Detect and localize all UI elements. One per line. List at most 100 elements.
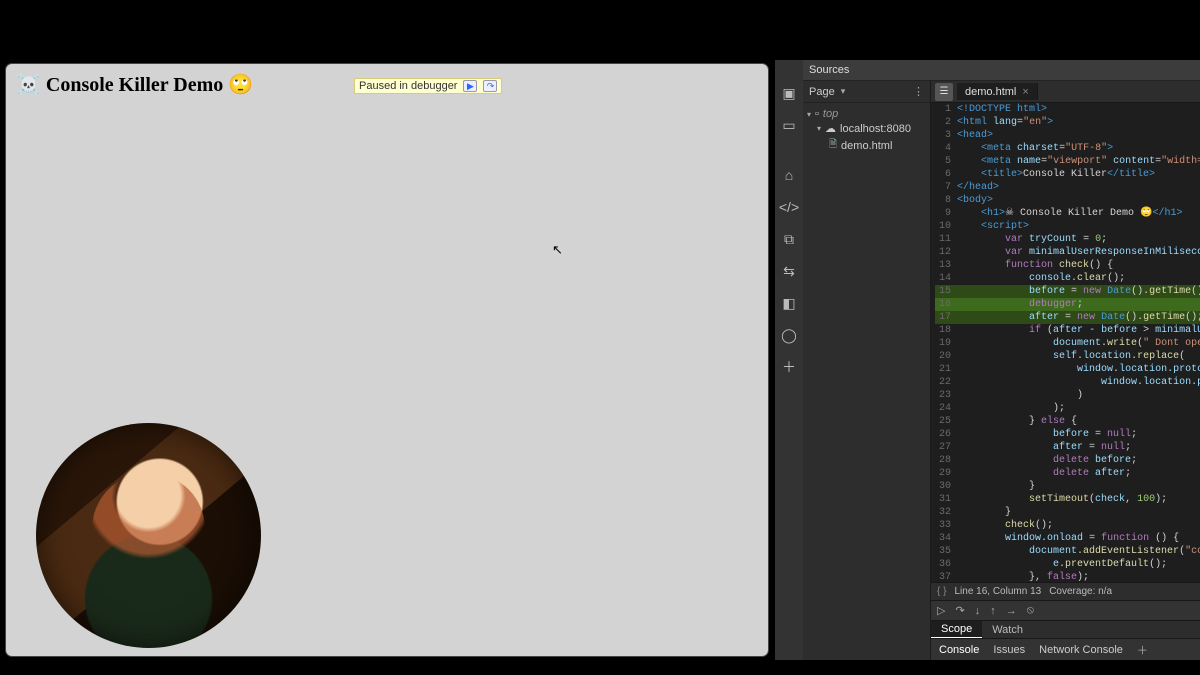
code-line[interactable]: 23 ) bbox=[935, 389, 1200, 402]
code-line[interactable]: 25 } else { bbox=[935, 415, 1200, 428]
editor-tab-label: demo.html bbox=[965, 86, 1016, 98]
code-line[interactable]: 20 self.location.replace( bbox=[935, 350, 1200, 363]
code-line[interactable]: 5 <meta name="viewport" content="width=d… bbox=[935, 155, 1200, 168]
code-line[interactable]: 28 delete before; bbox=[935, 454, 1200, 467]
code-line[interactable]: 12 var minimalUserResponseInMiliseconds … bbox=[935, 246, 1200, 259]
code-line[interactable]: 15 before = new Date().getTime(); bbox=[935, 285, 1200, 298]
code-line[interactable]: 29 delete after; bbox=[935, 467, 1200, 480]
code-line[interactable]: 33 check(); bbox=[935, 519, 1200, 532]
code-line[interactable]: 34 window.onload = function () { bbox=[935, 532, 1200, 545]
debugger-toolbar: ▷ ↷ ↓ ↑ → ⦸ bbox=[931, 600, 1200, 620]
navigator-dropdown-label: Page bbox=[809, 86, 835, 98]
sources-icon[interactable]: ⧉ bbox=[780, 230, 798, 248]
toggle-navigator-button[interactable]: ☰ bbox=[935, 83, 953, 101]
elements-icon[interactable]: </> bbox=[780, 198, 798, 216]
editor-status-bar: { } Line 16, Column 13 Coverage: n/a ⊘ bbox=[931, 582, 1200, 600]
mouse-cursor-icon: ↖ bbox=[552, 242, 562, 256]
device-icon[interactable]: ▭ bbox=[780, 116, 798, 134]
code-line[interactable]: 22 window.location.protocol.leng bbox=[935, 376, 1200, 389]
code-line[interactable]: 1<!DOCTYPE html> bbox=[935, 103, 1200, 116]
code-line[interactable]: 6 <title>Console Killer</title> bbox=[935, 168, 1200, 181]
tree-file[interactable]: 🗎 demo.html bbox=[807, 136, 926, 155]
step-icon[interactable]: → bbox=[1006, 605, 1017, 617]
resume-button[interactable]: ▶ bbox=[463, 80, 477, 92]
drawer-issues-tab[interactable]: Issues bbox=[993, 644, 1025, 656]
code-line[interactable]: 19 document.write(" Dont open Developer bbox=[935, 337, 1200, 350]
step-over-button[interactable]: ↷ bbox=[483, 80, 497, 92]
code-line[interactable]: 13 function check() { bbox=[935, 259, 1200, 272]
code-line[interactable]: 4 <meta charset="UTF-8"> bbox=[935, 142, 1200, 155]
expand-icon: ▾ bbox=[807, 110, 811, 119]
tree-top-label: top bbox=[823, 108, 838, 120]
code-line[interactable]: 7</head> bbox=[935, 181, 1200, 194]
tree-file-label: demo.html bbox=[841, 140, 892, 152]
editor-tabstrip: ☰ demo.html × bbox=[931, 81, 1200, 103]
code-line[interactable]: 30 } bbox=[935, 480, 1200, 493]
chevron-down-icon: ▾ bbox=[841, 86, 846, 97]
code-line[interactable]: 10 <script> bbox=[935, 220, 1200, 233]
code-line[interactable]: 32 } bbox=[935, 506, 1200, 519]
sources-navigator: Page ▾ ⋮ ▾ ▫ top ▾ ☁ localhost: bbox=[803, 81, 931, 660]
devtools-panel: ▣ ▭ ⌂ </> ⧉ ⇆ ◧ ◯ ＋ Sources ✕ Page ▾ ⋮ bbox=[774, 60, 1200, 660]
editor-tab-demo[interactable]: demo.html × bbox=[957, 83, 1038, 100]
welcome-icon[interactable]: ⌂ bbox=[780, 166, 798, 184]
more-tools-icon[interactable]: ＋ bbox=[780, 358, 798, 376]
scope-tab[interactable]: Scope bbox=[931, 621, 982, 639]
code-line[interactable]: 37 }, false); bbox=[935, 571, 1200, 582]
code-line[interactable]: 35 document.addEventListener("contextmen… bbox=[935, 545, 1200, 558]
file-tree: ▾ ▫ top ▾ ☁ localhost:8080 🗎 demo.html bbox=[803, 103, 930, 159]
code-line[interactable]: 14 console.clear(); bbox=[935, 272, 1200, 285]
expand-icon: ▾ bbox=[817, 124, 821, 133]
step-out-icon[interactable]: ↑ bbox=[990, 605, 996, 617]
file-icon: 🗎 bbox=[829, 137, 837, 154]
code-line[interactable]: 24 ); bbox=[935, 402, 1200, 415]
code-line[interactable]: 18 if (after - before > minimalUserRespo… bbox=[935, 324, 1200, 337]
code-line[interactable]: 11 var tryCount = 0; bbox=[935, 233, 1200, 246]
deactivate-breakpoints-icon[interactable]: ⦸ bbox=[1027, 604, 1034, 617]
watch-tab[interactable]: Watch bbox=[982, 622, 1033, 638]
code-line[interactable]: 31 setTimeout(check, 100); bbox=[935, 493, 1200, 506]
coverage-status: Coverage: n/a bbox=[1049, 586, 1112, 597]
code-line[interactable]: 8<body> bbox=[935, 194, 1200, 207]
drawer-console-tab[interactable]: Console bbox=[939, 644, 979, 656]
code-line[interactable]: 16 debugger; bbox=[935, 298, 1200, 311]
navigator-menu-icon[interactable]: ⋮ bbox=[913, 85, 924, 98]
navigator-dropdown[interactable]: Page ▾ ⋮ bbox=[803, 81, 930, 103]
code-line[interactable]: 3<head> bbox=[935, 129, 1200, 142]
scope-watch-tabs: Scope Watch bbox=[931, 620, 1200, 638]
step-into-icon[interactable]: ↓ bbox=[975, 605, 981, 617]
pretty-print-icon[interactable]: { } bbox=[937, 586, 946, 597]
code-line[interactable]: 36 e.preventDefault(); bbox=[935, 558, 1200, 571]
code-line[interactable]: 21 window.location.protocol + window bbox=[935, 363, 1200, 376]
application-icon[interactable]: ◧ bbox=[780, 294, 798, 312]
code-line[interactable]: 26 before = null; bbox=[935, 428, 1200, 441]
code-line[interactable]: 17 after = new Date().getTime(); bbox=[935, 311, 1200, 324]
step-over-icon[interactable]: ↷ bbox=[955, 604, 964, 617]
code-line[interactable]: 2<html lang="en"> bbox=[935, 116, 1200, 129]
panel-title: Sources bbox=[809, 64, 849, 76]
inspect-icon[interactable]: ▣ bbox=[780, 84, 798, 102]
drawer-add-tab-icon[interactable]: ＋ bbox=[1137, 642, 1148, 658]
rendered-webpage: ☠️ Console Killer Demo 🙄 Paused in debug… bbox=[6, 64, 768, 656]
source-editor: ☰ demo.html × 1<!DOCTYPE html>2<html lan… bbox=[931, 81, 1200, 660]
paused-in-debugger-badge: Paused in debugger ▶ ↷ bbox=[354, 78, 502, 94]
devtools-drawer: Console Issues Network Console ＋ ⊘ ⚙ ✕ bbox=[931, 638, 1200, 660]
devtools-activity-bar: ▣ ▭ ⌂ </> ⧉ ⇆ ◧ ◯ ＋ bbox=[775, 60, 803, 660]
drawer-network-console-tab[interactable]: Network Console bbox=[1039, 644, 1123, 656]
code-line[interactable]: 9 <h1>☠ Console Killer Demo 🙄</h1> bbox=[935, 207, 1200, 220]
tree-host[interactable]: ▾ ☁ localhost:8080 bbox=[807, 121, 926, 136]
resume-icon[interactable]: ▷ bbox=[937, 604, 945, 617]
paused-label: Paused in debugger bbox=[359, 80, 457, 92]
presenter-webcam-overlay bbox=[36, 423, 261, 648]
code-line[interactable]: 27 after = null; bbox=[935, 441, 1200, 454]
cursor-position: Line 16, Column 13 bbox=[954, 586, 1041, 597]
memory-icon[interactable]: ◯ bbox=[780, 326, 798, 344]
devtools-header: Sources ✕ bbox=[803, 60, 1200, 81]
network-icon[interactable]: ⇆ bbox=[780, 262, 798, 280]
cloud-icon: ☁ bbox=[825, 122, 836, 135]
tree-top[interactable]: ▾ ▫ top bbox=[807, 107, 926, 121]
close-tab-icon[interactable]: × bbox=[1022, 86, 1028, 98]
window-icon: ▫ bbox=[815, 108, 819, 120]
tree-host-label: localhost:8080 bbox=[840, 123, 911, 135]
code-viewport[interactable]: 1<!DOCTYPE html>2<html lang="en">3<head>… bbox=[931, 103, 1200, 582]
